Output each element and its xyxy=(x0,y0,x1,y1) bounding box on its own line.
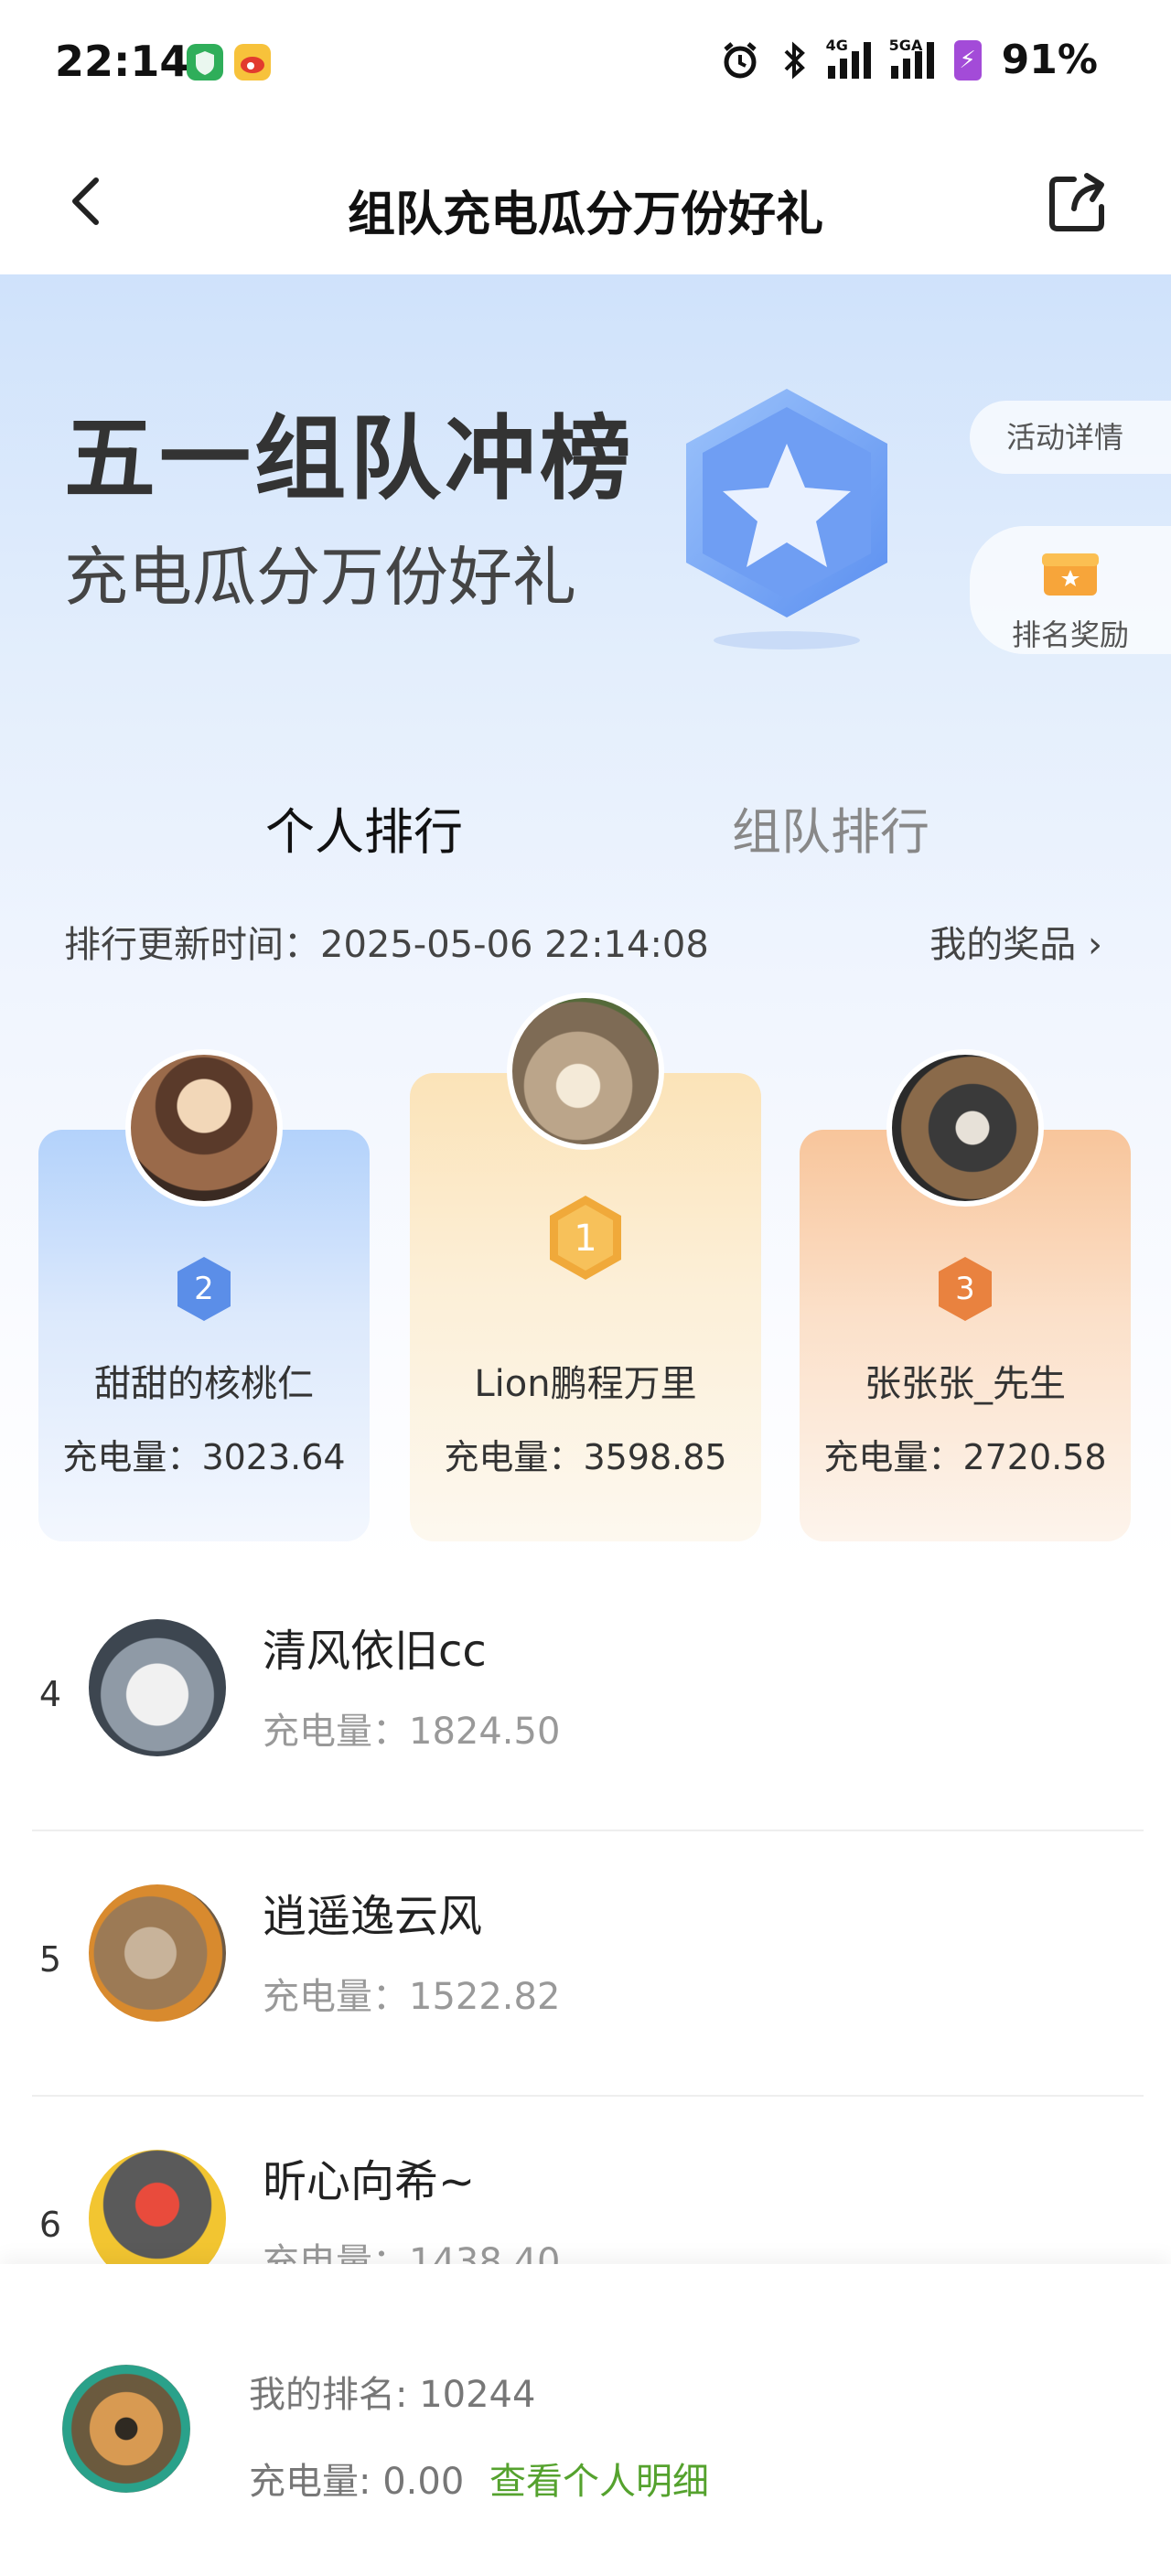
page-title: 组队充电瓜分万份好礼 xyxy=(347,188,823,242)
rank-1-icon: 1 xyxy=(550,1196,621,1280)
user-power: 充电量：1522.82 xyxy=(263,1976,561,2018)
avatar xyxy=(89,1884,226,2022)
rank-number: 4 xyxy=(38,1674,62,1714)
podium-card-2[interactable]: 2 甜甜的核桃仁 充电量：3023.64 xyxy=(38,1049,370,1541)
podium-name: 甜甜的核桃仁 xyxy=(94,1363,314,1405)
rank-reward-label: 排名奖励 xyxy=(1011,617,1129,652)
list-item[interactable]: 5 逍遥逸云风 充电量：1522.82 xyxy=(32,1830,1144,2097)
avatar xyxy=(125,1049,283,1207)
my-rank-bar: 我的排名: 10244 充电量: 0.00 查看个人明细 xyxy=(0,2264,1171,2576)
activity-detail-button[interactable]: 活动详情 xyxy=(970,401,1171,474)
battery-icon: ⚡ xyxy=(953,39,982,80)
avatar xyxy=(507,993,664,1150)
my-rank: 我的排名: 10244 xyxy=(249,2374,536,2416)
status-bar: 22:14 4G 5GA ⚡ 91% xyxy=(0,0,1171,128)
rank-2-icon: 2 xyxy=(177,1257,231,1321)
hero-subline: 充电瓜分万份好礼 xyxy=(64,540,576,615)
avatar xyxy=(89,1619,226,1756)
rank-number: 5 xyxy=(38,1939,62,1980)
share-icon[interactable] xyxy=(1043,165,1116,238)
tab-personal-rank[interactable]: 个人排行 xyxy=(265,791,463,864)
chevron-right-icon: › xyxy=(1088,924,1102,966)
gift-icon xyxy=(1042,553,1099,596)
nav-bar: 组队充电瓜分万份好礼 xyxy=(0,128,1171,274)
podium-card-1[interactable]: 1 Lion鹏程万里 充电量：3598.85 xyxy=(410,993,761,1541)
star-badge-icon xyxy=(686,389,887,649)
alarm-icon xyxy=(724,41,757,78)
tab-team-rank[interactable]: 组队排行 xyxy=(732,791,929,864)
battery-level: 91% xyxy=(1001,37,1098,83)
avatar xyxy=(886,1049,1044,1207)
svg-text:3: 3 xyxy=(955,1271,975,1307)
podium-power: 充电量：3023.64 xyxy=(62,1437,346,1477)
bluetooth-icon xyxy=(784,41,805,79)
podium-name: Lion鹏程万里 xyxy=(474,1363,697,1405)
rank-3-icon: 3 xyxy=(939,1257,992,1321)
rank-number: 6 xyxy=(38,2205,62,2245)
rank-reward-button[interactable]: 排名奖励 xyxy=(970,526,1171,654)
signal-5ga-icon: 5GA xyxy=(889,37,934,79)
my-prize-link[interactable]: 我的奖品 › xyxy=(929,915,1102,968)
update-time: 排行更新时间：2025-05-06 22:14:08 xyxy=(64,924,709,966)
podium-power: 充电量：3598.85 xyxy=(444,1437,727,1477)
hero-headline: 五一组队冲榜 xyxy=(64,405,635,512)
podium-power: 充电量：2720.58 xyxy=(823,1437,1107,1477)
user-power: 充电量：1824.50 xyxy=(263,1711,561,1753)
my-avatar xyxy=(62,2365,190,2493)
hero-banner: 五一组队冲榜 充电瓜分万份好礼 活动详情 排名奖励 个人排行 组队排行 排行更新… xyxy=(0,274,1171,1564)
podium-card-3[interactable]: 3 张张张_先生 充电量：2720.58 xyxy=(800,1049,1131,1541)
svg-text:1: 1 xyxy=(574,1218,596,1260)
svg-text:2: 2 xyxy=(194,1271,214,1307)
weibo-icon xyxy=(234,44,271,80)
user-name: 昕心向希~ xyxy=(263,2156,476,2207)
user-name: 清风依旧cc xyxy=(263,1626,487,1677)
view-personal-detail-link[interactable]: 查看个人明细 xyxy=(489,2452,709,2505)
podium-name: 张张张_先生 xyxy=(865,1363,1066,1405)
my-power: 充电量: 0.00 xyxy=(249,2461,465,2503)
rank-tabs: 个人排行 组队排行 xyxy=(0,791,1171,864)
list-item[interactable]: 4 清风依旧cc 充电量：1824.50 xyxy=(32,1564,1144,1831)
user-name: 逍遥逸云风 xyxy=(263,1891,483,1942)
status-time: 22:14 xyxy=(55,37,189,86)
signal-4g-icon: 4G xyxy=(826,37,871,79)
shield-icon xyxy=(187,44,223,80)
